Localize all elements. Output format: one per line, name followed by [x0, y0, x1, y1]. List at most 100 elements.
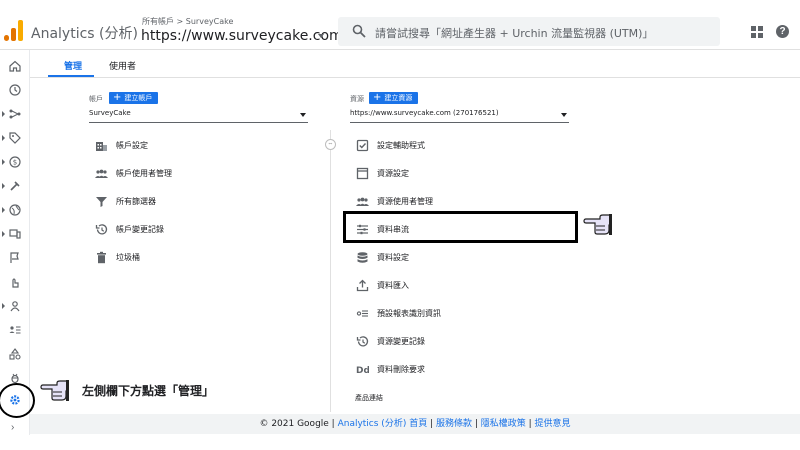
- left-sidebar: $: [0, 50, 35, 435]
- search-placeholder: 請嘗試搜尋「網址產生器 + Urchin 流量監視器 (UTM)」: [375, 27, 654, 40]
- person-list-icon: [9, 326, 21, 334]
- flag-icon: [10, 252, 19, 263]
- footer-link-privacy[interactable]: 隱私權政策: [481, 419, 526, 429]
- instruction-callout: 左側欄下方點選「管理」: [82, 384, 215, 398]
- collapse-column-icon[interactable]: ⇔: [325, 139, 336, 150]
- search-input[interactable]: 請嘗試搜尋「網址產生器 + Urchin 流量監視器 (UTM)」: [338, 17, 720, 46]
- hand-touch-icon: [12, 278, 19, 288]
- account-selector[interactable]: SurveyCake: [89, 109, 308, 123]
- retention-nav[interactable]: [0, 296, 30, 316]
- monetization-nav[interactable]: $: [0, 152, 30, 172]
- plus-icon: +: [373, 92, 382, 103]
- data-streams-highlight-box: [343, 211, 578, 243]
- footer-link-analytics-home[interactable]: Analytics (分析) 首頁: [338, 419, 428, 429]
- create-account-button[interactable]: + 建立帳戶: [109, 92, 159, 104]
- database-icon: [357, 252, 368, 263]
- pointing-hand-icon: [583, 214, 612, 235]
- acquisition-nav[interactable]: [0, 104, 30, 124]
- property-settings-label: 資源設定: [377, 169, 409, 178]
- audience-list-nav[interactable]: [0, 320, 30, 340]
- identity-icon: [356, 310, 368, 317]
- demographics-nav[interactable]: [0, 200, 30, 220]
- property-column-label: 資源: [350, 95, 364, 103]
- data-import-label: 資料匯入: [377, 281, 409, 290]
- property-user-management-label: 資源使用者管理: [377, 197, 433, 206]
- tag-nav[interactable]: [0, 128, 30, 148]
- chevron-down-icon[interactable]: [318, 34, 324, 38]
- setup-assistant-label: 設定輔助程式: [377, 141, 425, 150]
- property-selected: https://www.surveycake.com (270176521): [350, 109, 499, 117]
- create-account-label: 建立帳戶: [124, 94, 153, 102]
- tab-admin[interactable]: 管理: [64, 59, 82, 72]
- property-selector-dropdown[interactable]: https://www.surveycake.com (270176521): [350, 109, 569, 123]
- footer-copyright: © 2021 Google |: [259, 419, 338, 429]
- history-icon: [95, 224, 108, 235]
- svg-text:Dd: Dd: [356, 366, 369, 376]
- trash-label: 垃圾桶: [116, 253, 140, 262]
- data-deletion-requests-label: 資料刪除要求: [377, 365, 425, 374]
- admin-highlight-circle: [0, 383, 35, 418]
- product-links-section-label: 產品連結: [355, 394, 383, 402]
- admin-tabs: 管理 使用者: [30, 50, 800, 78]
- expand-sidebar-icon[interactable]: ›: [11, 422, 14, 433]
- search-icon: [352, 24, 366, 38]
- page-footer: © 2021 Google | Analytics (分析) 首頁 | 服務條款…: [30, 414, 800, 434]
- svg-text:$: $: [13, 159, 17, 167]
- clock-icon: [9, 84, 21, 96]
- tab-users[interactable]: 使用者: [109, 59, 136, 72]
- history-icon: [356, 336, 369, 347]
- checkbox-icon: [356, 139, 369, 152]
- data-settings-label: 資料設定: [377, 253, 409, 262]
- column-divider: [330, 130, 331, 412]
- footer-separator: |: [525, 419, 535, 429]
- active-tab-indicator: [48, 75, 94, 77]
- engagement-nav[interactable]: [0, 176, 30, 196]
- trash-icon: [97, 251, 106, 264]
- people-icon: [95, 169, 108, 178]
- globe-icon: [9, 204, 21, 216]
- user-explorer-nav[interactable]: [0, 272, 30, 292]
- account-change-history-label: 帳戶變更記錄: [116, 225, 164, 234]
- filter-icon: [96, 197, 107, 207]
- footer-link-feedback[interactable]: 提供意見: [535, 419, 571, 429]
- people-icon: [356, 197, 369, 206]
- shapes-icon: [9, 348, 21, 360]
- chevron-down-icon: [561, 113, 567, 117]
- explore-nav[interactable]: [0, 344, 30, 364]
- footer-separator: |: [427, 419, 436, 429]
- conversions-nav[interactable]: [0, 248, 30, 268]
- person-rings-icon: [10, 301, 20, 312]
- chevron-down-icon: [300, 113, 306, 117]
- breadcrumb[interactable]: 所有帳戶 > SurveyCake: [142, 16, 233, 27]
- pointing-hand-icon: [40, 380, 69, 401]
- account-user-management-label: 帳戶使用者管理: [116, 169, 172, 178]
- property-change-history-label: 資源變更記錄: [377, 337, 425, 346]
- create-property-label: 建立資源: [384, 94, 413, 102]
- upload-icon: [356, 279, 369, 292]
- devices-icon: [9, 229, 21, 239]
- apps-grid-icon[interactable]: [751, 26, 763, 38]
- footer-separator: |: [471, 419, 481, 429]
- property-selector[interactable]: https://www.surveycake.com: [141, 28, 343, 44]
- top-header: Analytics (分析) 所有帳戶 > SurveyCake https:/…: [0, 0, 800, 50]
- tag-icon: [9, 132, 21, 144]
- account-selected: SurveyCake: [89, 109, 131, 117]
- create-property-button[interactable]: + 建立資源: [369, 92, 419, 104]
- building-icon: [96, 142, 107, 151]
- realtime-nav[interactable]: [0, 80, 30, 100]
- flow-icon: [9, 109, 21, 119]
- account-settings-label: 帳戶設定: [116, 141, 148, 150]
- reporting-identity-label: 預設報表識別資訊: [377, 309, 441, 318]
- footer-link-terms[interactable]: 服務條款: [436, 419, 472, 429]
- home-nav[interactable]: [0, 56, 30, 76]
- analytics-logo[interactable]: [4, 19, 24, 41]
- home-icon: [9, 60, 21, 72]
- help-icon[interactable]: ?: [776, 25, 789, 38]
- square-icon: [356, 167, 369, 180]
- dollar-icon: $: [9, 156, 21, 168]
- all-filters-label: 所有篩選器: [116, 197, 156, 206]
- app-title[interactable]: Analytics (分析): [31, 23, 138, 43]
- account-column-label: 帳戶: [89, 95, 103, 103]
- dd-icon: Dd: [356, 366, 369, 376]
- tech-nav[interactable]: [0, 224, 30, 244]
